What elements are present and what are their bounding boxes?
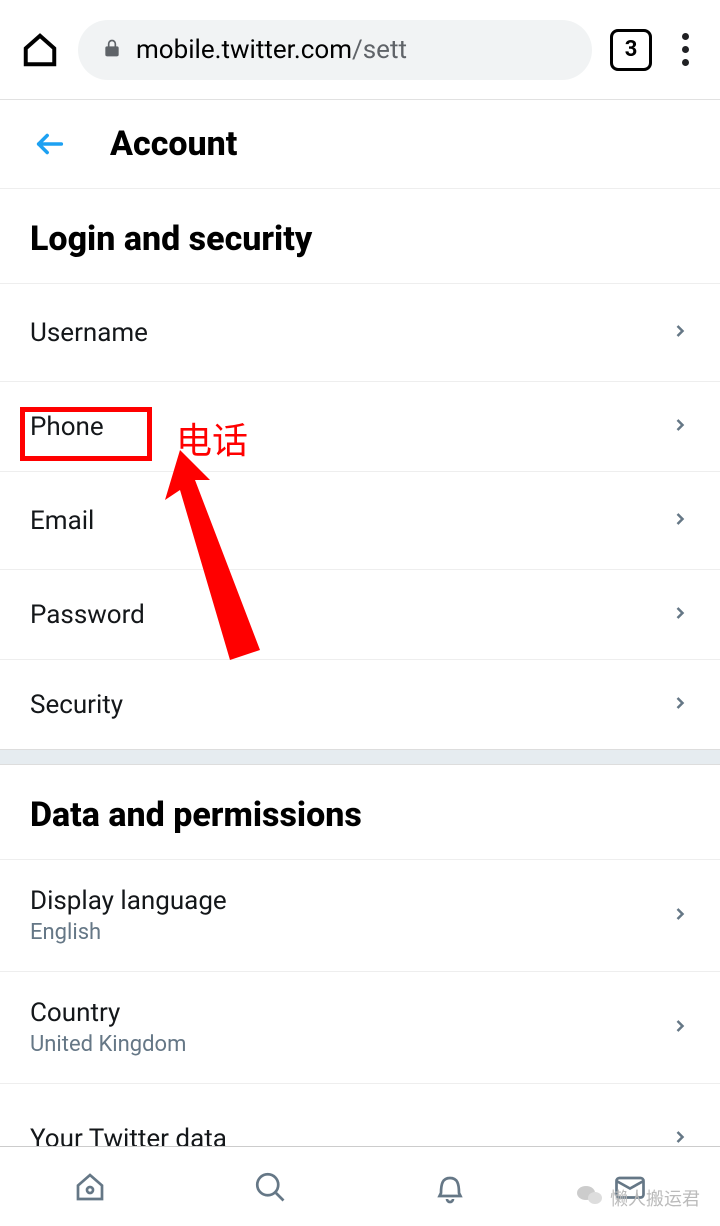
chevron-right-icon xyxy=(670,415,690,439)
section-divider xyxy=(0,749,720,765)
setting-username[interactable]: Username xyxy=(0,283,720,381)
section-title-login: Login and security xyxy=(0,189,720,283)
watermark-text: 懒人搬运君 xyxy=(610,1185,700,1211)
setting-security[interactable]: Security xyxy=(0,659,720,749)
chevron-right-icon xyxy=(670,904,690,928)
page-header: Account xyxy=(0,100,720,189)
annotation-text: 电话 xyxy=(176,412,248,464)
nav-notifications-icon[interactable] xyxy=(430,1167,470,1207)
content: Login and security Username Phone Email … xyxy=(0,189,720,1173)
setting-sub-value: English xyxy=(30,920,227,945)
nav-home-icon[interactable] xyxy=(70,1167,110,1207)
page-title: Account xyxy=(110,124,237,164)
annotation-highlight-box xyxy=(20,407,152,461)
wechat-icon xyxy=(576,1183,604,1212)
chevron-right-icon xyxy=(670,509,690,533)
chevron-right-icon xyxy=(670,603,690,627)
setting-password[interactable]: Password xyxy=(0,569,720,659)
setting-label: Country xyxy=(30,998,186,1028)
chevron-right-icon xyxy=(670,693,690,717)
setting-label: Email xyxy=(30,506,94,536)
setting-label: Password xyxy=(30,600,145,630)
browser-bar: mobile.twitter.com/sett 3 xyxy=(0,0,720,100)
lock-icon xyxy=(102,35,122,65)
tab-count-value: 3 xyxy=(625,37,638,62)
setting-sub-value: United Kingdom xyxy=(30,1032,186,1057)
wechat-watermark: 懒人搬运君 xyxy=(576,1183,700,1212)
home-icon[interactable] xyxy=(20,30,60,70)
chevron-right-icon xyxy=(670,1016,690,1040)
setting-country[interactable]: Country United Kingdom xyxy=(0,971,720,1083)
chevron-right-icon xyxy=(670,321,690,345)
setting-label: Username xyxy=(30,318,148,348)
back-arrow-icon[interactable] xyxy=(30,124,70,164)
url-bar[interactable]: mobile.twitter.com/sett xyxy=(78,20,592,80)
tab-count-button[interactable]: 3 xyxy=(610,29,652,71)
section-title-data: Data and permissions xyxy=(0,765,720,859)
setting-email[interactable]: Email xyxy=(0,471,720,569)
url-text: mobile.twitter.com/sett xyxy=(136,35,407,65)
nav-search-icon[interactable] xyxy=(250,1167,290,1207)
setting-label: Display language xyxy=(30,886,227,916)
setting-display-language[interactable]: Display language English xyxy=(0,859,720,971)
more-menu-icon[interactable] xyxy=(670,33,700,66)
setting-label: Security xyxy=(30,690,123,720)
